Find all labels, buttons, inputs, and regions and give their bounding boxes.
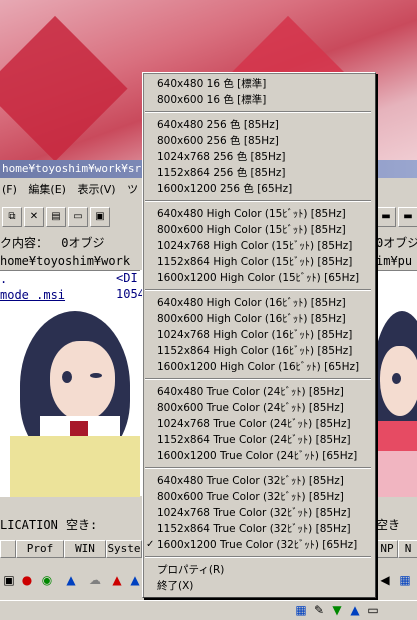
cloud-icon[interactable]: ☁ (88, 573, 102, 587)
menu-item-display-mode[interactable]: 1024x768 High Color (15ﾋﾞｯﾄ) [85Hz] (157, 238, 352, 254)
menu-item-display-mode[interactable]: 1152x864 True Color (32ﾋﾞｯﾄ) [85Hz] (157, 521, 351, 537)
menu-item-display-mode[interactable]: 640x480 True Color (24ﾋﾞｯﾄ) [85Hz] (157, 384, 344, 400)
menu-item-display-mode[interactable]: 800x600 True Color (32ﾋﾞｯﾄ) [85Hz] (157, 489, 344, 505)
menu-item-display-mode[interactable]: 1600x1200 True Color (32ﾋﾞｯﾄ) [65Hz] (157, 537, 357, 553)
checkmark-icon: ✓ (146, 539, 155, 550)
menu-separator (145, 378, 371, 380)
view-icon[interactable]: ▬ (376, 207, 396, 227)
wallpaper-glyph-left: ◆ (0, 0, 128, 160)
tab-win[interactable]: WIN (64, 540, 106, 558)
status-right: 空き (376, 518, 401, 532)
info-left: ク内容： 0オブジ (0, 236, 105, 250)
tray-network-icon[interactable]: ▦ (294, 603, 308, 617)
tab-n[interactable]: N (398, 540, 417, 558)
monitor-icon[interactable]: ▦ (398, 573, 412, 587)
menu-item-display-mode[interactable]: 640x480 High Color (16ﾋﾞｯﾄ) [85Hz] (157, 295, 346, 311)
file-size-cell: <DI (116, 271, 138, 285)
menu-item-display-mode[interactable]: 1600x1200 High Color (15ﾋﾞｯﾄ) [65Hz] (157, 270, 359, 286)
file-size-cell: 1054 (116, 287, 145, 301)
copy-icon[interactable]: ⧉ (2, 207, 22, 227)
tab-np[interactable]: NP (376, 540, 398, 558)
app-icon[interactable]: ▣ (2, 573, 16, 587)
menu-separator (145, 200, 371, 202)
menu-file[interactable]: (F) (0, 183, 23, 196)
character-illustration-left (10, 311, 140, 497)
tab-system[interactable]: Syste (106, 540, 142, 558)
character-illustration-right (372, 311, 417, 497)
menu-item-display-mode[interactable]: 1152x864 High Color (16ﾋﾞｯﾄ) [85Hz] (157, 343, 352, 359)
view2-icon[interactable]: ▬ (398, 207, 417, 227)
path-left[interactable]: home¥toyoshim¥work (0, 254, 130, 268)
tray-pen-icon[interactable]: ✎ (312, 603, 326, 617)
menu-item-display-mode[interactable]: 1024x768 High Color (16ﾋﾞｯﾄ) [85Hz] (157, 327, 352, 343)
menu-item-display-mode[interactable]: 640x480 256 色 [85Hz] (157, 117, 279, 133)
menu-separator (145, 467, 371, 469)
tray-display-icon[interactable]: ▭ (366, 603, 380, 617)
menu-item-display-mode[interactable]: 640x480 16 色 [標準] (157, 76, 266, 92)
window-icon[interactable]: ▣ (90, 207, 110, 227)
menu-separator (145, 289, 371, 291)
tray-triangle-icon[interactable]: ▲ (348, 603, 362, 617)
menu-item-display-mode[interactable]: 1024x768 True Color (32ﾋﾞｯﾄ) [85Hz] (157, 505, 351, 521)
menu-item-display-mode[interactable]: 1024x768 256 色 [85Hz] (157, 149, 286, 165)
menu-item-display-mode[interactable]: 800x600 256 色 [85Hz] (157, 133, 279, 149)
triangle3-icon[interactable]: ▲ (128, 573, 142, 587)
menu-item-display-mode[interactable]: 800x600 High Color (15ﾋﾞｯﾄ) [85Hz] (157, 222, 346, 238)
taskbar: ▦ ✎ ▼ ▲ ▭ (0, 600, 417, 620)
menu-item-display-mode[interactable]: 1152x864 256 色 [85Hz] (157, 165, 286, 181)
file-size-column: <DI 1054 (116, 270, 145, 302)
speaker-icon[interactable]: ◀ (378, 573, 392, 587)
info-right: 0オブジ (376, 236, 417, 250)
new-file-icon[interactable]: ▤ (46, 207, 66, 227)
file-list: . mode .msi (0, 270, 140, 497)
tray-arrow-icon[interactable]: ▼ (330, 603, 344, 617)
menu-view[interactable]: 表示(V) (75, 183, 121, 196)
triangle-icon[interactable]: ▲ (64, 573, 78, 587)
menu-edit[interactable]: 編集(E) (26, 183, 72, 196)
triangle2-icon[interactable]: ▲ (110, 573, 124, 587)
menu-item-display-mode[interactable]: 1152x864 High Color (15ﾋﾞｯﾄ) [85Hz] (157, 254, 352, 270)
path-right[interactable]: im¥pu (376, 252, 412, 270)
menu-item-display-mode[interactable]: プロパティ(R) (157, 562, 224, 578)
tab-prof[interactable]: Prof (16, 540, 64, 558)
menu-separator (145, 111, 371, 113)
right-pane (372, 270, 417, 497)
app2-icon[interactable]: ◉ (40, 573, 54, 587)
menu-item-display-mode[interactable]: 800x600 16 色 [標準] (157, 92, 266, 108)
menu-item-display-mode[interactable]: 終了(X) (157, 578, 193, 594)
menu-item-display-mode[interactable]: 800x600 High Color (16ﾋﾞｯﾄ) [85Hz] (157, 311, 346, 327)
menu-item-display-mode[interactable]: 640x480 True Color (32ﾋﾞｯﾄ) [85Hz] (157, 473, 344, 489)
menu-item-display-mode[interactable]: 640x480 High Color (15ﾋﾞｯﾄ) [85Hz] (157, 206, 346, 222)
menu-item-display-mode[interactable]: 800x600 True Color (24ﾋﾞｯﾄ) [85Hz] (157, 400, 344, 416)
menu-item-display-mode[interactable]: 1152x864 True Color (24ﾋﾞｯﾄ) [85Hz] (157, 432, 351, 448)
delete-icon[interactable]: ✕ (24, 207, 44, 227)
folder-open-icon[interactable]: ▭ (68, 207, 88, 227)
menu-item-display-mode[interactable]: 1600x1200 High Color (16ﾋﾞｯﾄ) [65Hz] (157, 359, 359, 375)
menu-item-display-mode[interactable]: 1024x768 True Color (24ﾋﾞｯﾄ) [85Hz] (157, 416, 351, 432)
display-mode-menu: 640x480 16 色 [標準] 800x600 16 色 [標準] 640x48… (142, 72, 376, 598)
menu-separator (145, 556, 371, 558)
globe-icon[interactable]: ● (20, 573, 34, 587)
tab[interactable] (0, 540, 16, 558)
status-mid: 空き: (66, 518, 98, 532)
status-left: LICATION (0, 518, 58, 532)
menu-item-display-mode[interactable]: 1600x1200 True Color (24ﾋﾞｯﾄ) [65Hz] (157, 448, 357, 464)
menu-item-display-mode[interactable]: 1600x1200 256 色 [65Hz] (157, 181, 292, 197)
